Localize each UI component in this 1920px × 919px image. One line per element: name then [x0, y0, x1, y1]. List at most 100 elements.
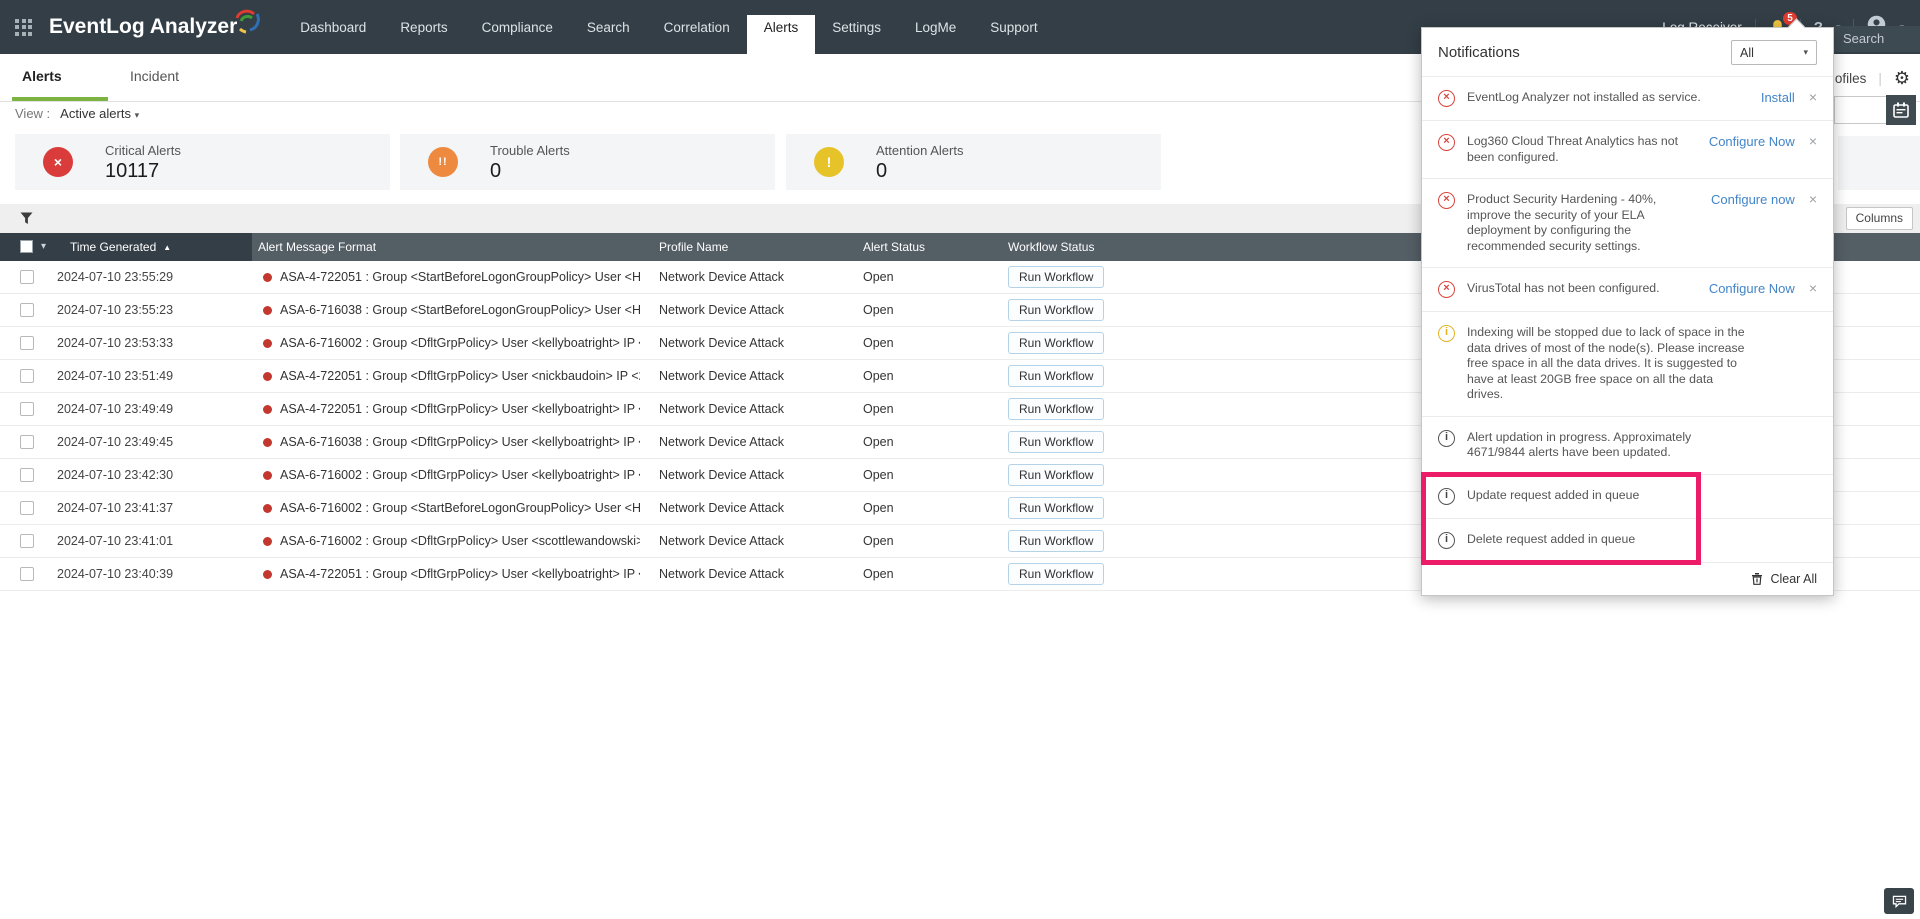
cell-message[interactable]: ASA-4-722051 : Group <StartBeforeLogonGr…: [280, 261, 640, 293]
column-header-time-generated[interactable]: Time Generated▲: [70, 233, 171, 262]
card-label: Trouble Alerts: [490, 143, 570, 158]
main-nav: Dashboard Reports Compliance Search Corr…: [283, 0, 1054, 54]
nav-item-dashboard[interactable]: Dashboard: [283, 0, 383, 54]
nav-item-compliance[interactable]: Compliance: [465, 0, 570, 54]
row-checkbox[interactable]: [20, 435, 34, 449]
nav-item-correlation[interactable]: Correlation: [647, 0, 747, 54]
attention-alerts-card[interactable]: ! Attention Alerts 0: [786, 134, 1161, 190]
chevron-down-icon: ▾: [135, 110, 140, 120]
critical-alerts-card[interactable]: × Critical Alerts 10117: [15, 134, 390, 190]
run-workflow-button[interactable]: Run Workflow: [1008, 398, 1104, 420]
trouble-alerts-card[interactable]: !! Trouble Alerts 0: [400, 134, 775, 190]
column-header-profile-name[interactable]: Profile Name: [659, 233, 728, 261]
global-search-input[interactable]: Search: [1834, 26, 1920, 52]
cell-message[interactable]: ASA-6-716002 : Group <DfltGrpPolicy> Use…: [280, 327, 640, 359]
columns-button[interactable]: Columns: [1846, 207, 1913, 230]
checkbox-menu-caret-icon[interactable]: ▾: [41, 233, 46, 261]
row-checkbox[interactable]: [20, 468, 34, 482]
info-icon: i: [1438, 430, 1455, 447]
row-checkbox[interactable]: [20, 369, 34, 383]
run-workflow-button[interactable]: Run Workflow: [1008, 431, 1104, 453]
close-icon[interactable]: ×: [1809, 281, 1817, 296]
configure-now-link[interactable]: Configure Now: [1709, 134, 1795, 149]
nav-item-reports[interactable]: Reports: [383, 0, 464, 54]
install-link[interactable]: Install: [1761, 90, 1795, 105]
info-icon: i: [1438, 488, 1455, 505]
configure-now-link[interactable]: Configure Now: [1709, 281, 1795, 296]
calendar-button[interactable]: [1886, 95, 1916, 125]
notification-text: Alert updation in progress. Approximatel…: [1467, 430, 1752, 461]
cell-status: Open: [863, 492, 894, 524]
row-checkbox[interactable]: [20, 336, 34, 350]
apps-grid-icon[interactable]: [15, 19, 32, 36]
run-workflow-button[interactable]: Run Workflow: [1008, 563, 1104, 585]
run-workflow-button[interactable]: Run Workflow: [1008, 530, 1104, 552]
cell-profile: Network Device Attack: [659, 294, 784, 326]
gear-icon[interactable]: ⚙: [1894, 68, 1910, 89]
cell-message[interactable]: ASA-4-722051 : Group <DfltGrpPolicy> Use…: [280, 360, 640, 392]
row-checkbox[interactable]: [20, 402, 34, 416]
cell-status: Open: [863, 558, 894, 590]
nav-item-search[interactable]: Search: [570, 0, 647, 54]
clear-all-button[interactable]: Clear All: [1422, 562, 1833, 595]
cell-message[interactable]: ASA-6-716002 : Group <DfltGrpPolicy> Use…: [280, 459, 640, 491]
nav-item-support[interactable]: Support: [973, 0, 1054, 54]
cell-message[interactable]: ASA-6-716002 : Group <StartBeforeLogonGr…: [280, 492, 640, 524]
run-workflow-button[interactable]: Run Workflow: [1008, 299, 1104, 321]
cell-message[interactable]: ASA-6-716038 : Group <DfltGrpPolicy> Use…: [280, 426, 640, 458]
notifications-filter-dropdown[interactable]: All ▾: [1731, 40, 1817, 65]
cell-message[interactable]: ASA-6-716002 : Group <DfltGrpPolicy> Use…: [280, 525, 640, 557]
cell-status: Open: [863, 261, 894, 293]
cell-message[interactable]: ASA-4-722051 : Group <DfltGrpPolicy> Use…: [280, 393, 640, 425]
row-checkbox[interactable]: [20, 303, 34, 317]
nav-item-alerts[interactable]: Alerts: [747, 0, 816, 54]
profiles-partial-text[interactable]: ofiles: [1835, 71, 1867, 86]
row-checkbox[interactable]: [20, 567, 34, 581]
tab-incident[interactable]: Incident: [120, 54, 189, 101]
row-checkbox[interactable]: [20, 534, 34, 548]
close-icon[interactable]: ×: [1809, 192, 1817, 207]
tab-alerts[interactable]: Alerts: [12, 54, 108, 101]
cell-time: 2024-07-10 23:55:29: [57, 261, 173, 293]
notification-text: Update request added in queue: [1467, 488, 1752, 504]
highlighted-notifications-group: i Update request added in queue i Delete…: [1422, 474, 1833, 562]
logo-swoosh-icon: [231, 5, 261, 41]
nav-item-logme[interactable]: LogMe: [898, 0, 973, 54]
feedback-chat-button[interactable]: [1884, 888, 1914, 914]
notifications-title: Notifications: [1438, 44, 1520, 61]
select-all-checkbox[interactable]: [20, 240, 33, 253]
divider: |: [1878, 71, 1882, 86]
view-dropdown[interactable]: Active alerts ▾: [60, 106, 139, 121]
cell-message[interactable]: ASA-6-716038 : Group <StartBeforeLogonGr…: [280, 294, 640, 326]
error-icon: ×: [1438, 134, 1455, 151]
run-workflow-button[interactable]: Run Workflow: [1008, 497, 1104, 519]
nav-item-settings[interactable]: Settings: [815, 0, 898, 54]
run-workflow-button[interactable]: Run Workflow: [1008, 464, 1104, 486]
filter-funnel-icon[interactable]: [20, 212, 33, 230]
cell-time: 2024-07-10 23:42:30: [57, 459, 173, 491]
cell-status: Open: [863, 294, 894, 326]
notification-item: × Log360 Cloud Threat Analytics has not …: [1422, 120, 1833, 178]
row-checkbox[interactable]: [20, 501, 34, 515]
configure-now-link[interactable]: Configure now: [1711, 192, 1795, 207]
notification-item: × VirusTotal has not been configured. Co…: [1422, 267, 1833, 311]
cell-status: Open: [863, 459, 894, 491]
run-workflow-button[interactable]: Run Workflow: [1008, 365, 1104, 387]
close-icon[interactable]: ×: [1809, 134, 1817, 149]
cell-profile: Network Device Attack: [659, 459, 784, 491]
close-icon[interactable]: ×: [1809, 90, 1817, 105]
cell-message[interactable]: ASA-4-722051 : Group <DfltGrpPolicy> Use…: [280, 558, 640, 590]
column-header-workflow-status[interactable]: Workflow Status: [1008, 233, 1094, 261]
filter-value: All: [1740, 46, 1754, 60]
notification-text: VirusTotal has not been configured.: [1467, 281, 1697, 297]
cell-time: 2024-07-10 23:41:01: [57, 525, 173, 557]
alert-search-input-fragment[interactable]: [1834, 96, 1886, 124]
card-value: 10117: [105, 160, 159, 183]
run-workflow-button[interactable]: Run Workflow: [1008, 266, 1104, 288]
column-header-alert-status[interactable]: Alert Status: [863, 233, 925, 261]
run-workflow-button[interactable]: Run Workflow: [1008, 332, 1104, 354]
row-checkbox[interactable]: [20, 270, 34, 284]
notifications-panel: Notifications All ▾ × EventLog Analyzer …: [1421, 27, 1834, 596]
view-dropdown-value: Active alerts: [60, 106, 131, 121]
column-header-alert-message[interactable]: Alert Message Format: [258, 233, 376, 261]
